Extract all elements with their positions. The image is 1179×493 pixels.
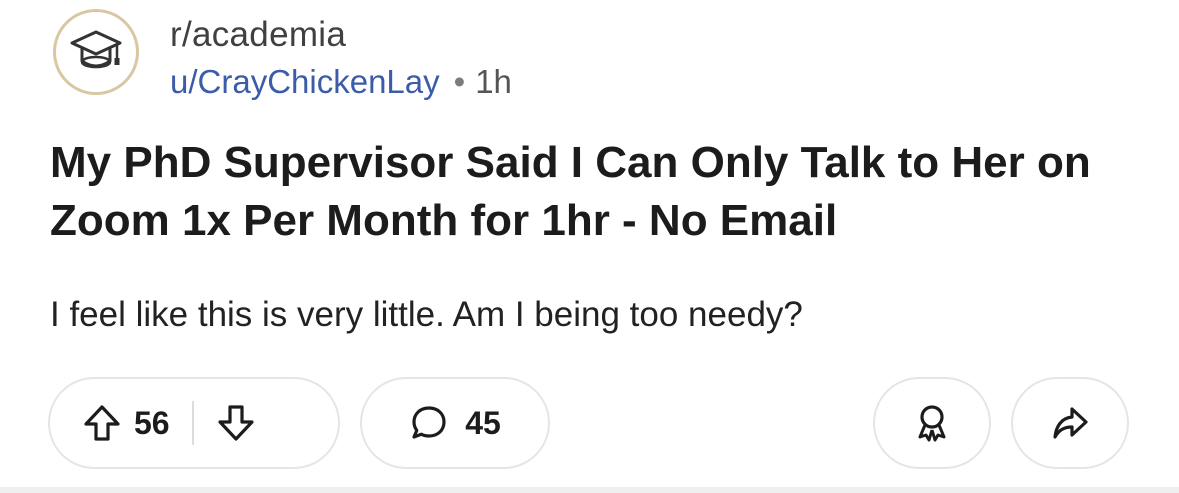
subreddit-avatar[interactable]: [53, 9, 139, 95]
award-button[interactable]: [873, 377, 991, 469]
speech-bubble-icon: [412, 406, 446, 439]
share-arrow-icon: [1053, 407, 1088, 439]
vote-divider: [191, 401, 194, 445]
post-title[interactable]: My PhD Supervisor Said I Can Only Talk t…: [50, 134, 1150, 250]
post-meta: u/CrayChickenLay • 1h: [170, 62, 512, 102]
award-icon: [918, 405, 946, 442]
feed-divider: [0, 487, 1179, 493]
share-button[interactable]: [1011, 377, 1129, 469]
upvote-button[interactable]: [82, 403, 122, 443]
comment-count: 45: [465, 404, 501, 441]
arrow-down-icon: [217, 405, 254, 441]
vote-group: 56: [48, 377, 340, 469]
post-card[interactable]: r/academia u/CrayChickenLay • 1h My PhD Su…: [0, 0, 1179, 487]
comments-button[interactable]: 45: [360, 377, 550, 469]
subreddit-name[interactable]: r/academia: [170, 14, 346, 56]
comment-icon-wrap: [409, 403, 449, 443]
author-username[interactable]: u/CrayChickenLay: [170, 63, 440, 100]
arrow-up-icon: [84, 405, 120, 441]
post-age: 1h: [475, 63, 512, 100]
downvote-button[interactable]: [216, 403, 256, 443]
post-body: I feel like this is very little. Am I be…: [50, 295, 803, 334]
vote-count: 56: [134, 404, 170, 441]
meta-separator: •: [453, 63, 466, 100]
graduation-cap-icon: [70, 30, 122, 69]
